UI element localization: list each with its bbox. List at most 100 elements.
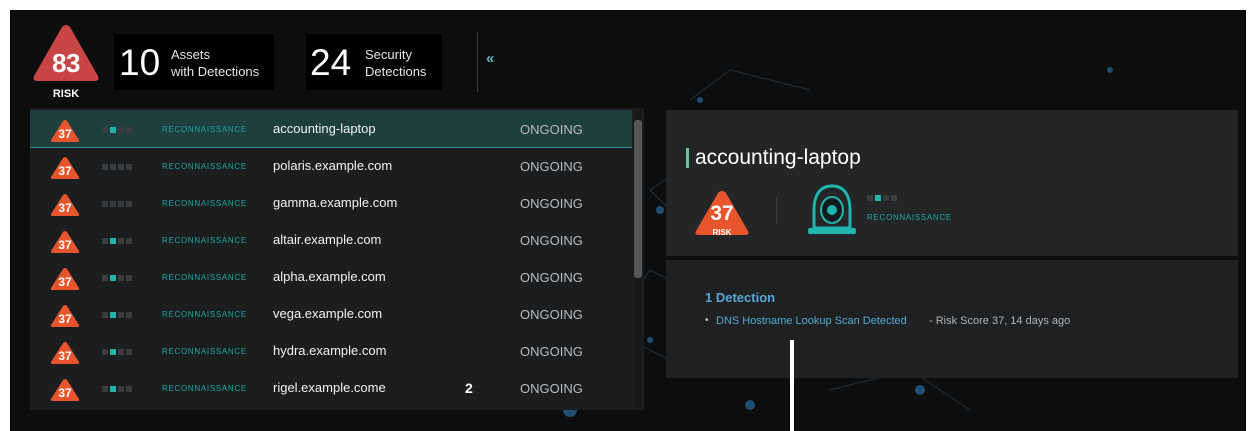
phase-indicator-pip xyxy=(102,164,108,170)
phase-indicator-pip xyxy=(118,164,124,170)
phase-indicator-pip xyxy=(110,386,116,392)
phase-indicator-pip xyxy=(875,195,881,201)
phase-indicator-pip xyxy=(110,164,116,170)
annotation-pointer-line xyxy=(790,340,794,431)
assets-label-line2: with Detections xyxy=(171,64,260,79)
phase-indicator-pip xyxy=(110,349,116,355)
phase-indicator-pip xyxy=(118,201,124,207)
phase-indicator-pip xyxy=(102,238,108,244)
phase-indicator-pip xyxy=(110,127,116,133)
overall-risk-score: 83 xyxy=(52,48,80,78)
phase-indicator-pip xyxy=(126,127,132,133)
detections-count-label: 1 Detection xyxy=(705,290,776,305)
assets-label-line1: Assets xyxy=(171,47,211,62)
phase-indicator-pip xyxy=(126,164,132,170)
phase-indicator-pip xyxy=(126,201,132,207)
phase-indicator-pip xyxy=(118,386,124,392)
host-risk-score: 37 xyxy=(58,386,72,400)
phase-indicator-pip xyxy=(110,238,116,244)
header-divider xyxy=(477,32,478,92)
host-risk-score: 37 xyxy=(710,202,734,225)
phase-indicator-pip xyxy=(126,386,132,392)
host-risk-score: 37 xyxy=(58,164,72,178)
host-detail-header: accounting-laptop 37 RISK RECONNAISSANCE xyxy=(666,110,1238,256)
host-name[interactable]: polaris.example.com xyxy=(273,158,392,173)
host-list: 37 RECONNAISSANCE accounting-laptop ONGOING… xyxy=(30,108,644,410)
phase-indicator-pip xyxy=(867,195,873,201)
host-phase-label: RECONNAISSANCE xyxy=(162,310,247,319)
phase-indicator-pip xyxy=(102,127,108,133)
host-row[interactable]: 37 RECONNAISSANCE polaris.example.com ONGOI… xyxy=(30,147,632,184)
detection-link[interactable]: DNS Hostname Lookup Scan Detected xyxy=(716,315,907,327)
hacker-icon xyxy=(808,184,856,234)
phase-indicator-pip xyxy=(102,275,108,281)
phase-indicator-pip xyxy=(110,275,116,281)
phase-indicator-pip xyxy=(118,127,124,133)
host-phase-label: RECONNAISSANCE xyxy=(162,236,247,245)
detections-section: 1 Detection • DNS Hostname Lookup Scan D… xyxy=(666,260,1238,378)
phase-indicator-pip xyxy=(883,195,889,201)
assets-count: 10 xyxy=(119,42,161,83)
host-name[interactable]: alpha.example.com xyxy=(273,269,386,284)
host-name[interactable]: hydra.example.com xyxy=(273,343,386,358)
host-phase-label: RECONNAISSANCE xyxy=(162,199,247,208)
phase-indicator-pip xyxy=(118,312,124,318)
host-row[interactable]: 37 RECONNAISSANCE accounting-laptop ONGOING xyxy=(30,110,632,148)
detection-meta: - Risk Score 37, 14 days ago xyxy=(929,315,1071,327)
scrollbar-thumb[interactable] xyxy=(634,120,642,278)
host-status: ONGOING xyxy=(520,307,583,322)
annotation-marker: 2 xyxy=(465,380,473,396)
phase-indicator-pip xyxy=(126,238,132,244)
phase-indicator-pip xyxy=(102,201,108,207)
phase-indicator-pip xyxy=(126,349,132,355)
phase-indicator-pip xyxy=(102,386,108,392)
phase-indicator-pip xyxy=(126,312,132,318)
phase-indicator-pip xyxy=(126,275,132,281)
host-risk-score: 37 xyxy=(58,275,72,289)
detail-phase-label: RECONNAISSANCE xyxy=(867,213,952,222)
phase-indicator-pip xyxy=(118,275,124,281)
host-row[interactable]: 37 RECONNAISSANCE altair.example.com ONGOIN… xyxy=(30,221,632,258)
host-status: ONGOING xyxy=(520,344,583,359)
detail-divider xyxy=(776,198,777,224)
overall-risk-label: RISK xyxy=(52,88,80,100)
host-row[interactable]: 37 RECONNAISSANCE alpha.example.com ONGOING xyxy=(30,258,632,295)
phase-indicator-pip xyxy=(110,312,116,318)
host-risk-label: RISK xyxy=(712,228,732,237)
host-phase-label: RECONNAISSANCE xyxy=(162,384,247,393)
host-phase-label: RECONNAISSANCE xyxy=(162,125,247,134)
host-name[interactable]: altair.example.com xyxy=(273,232,381,247)
host-name[interactable]: accounting-laptop xyxy=(273,121,376,136)
host-row[interactable]: 37 RECONNAISSANCE gamma.example.com ONGOING xyxy=(30,184,632,221)
host-status: ONGOING xyxy=(520,122,583,137)
detections-count: 24 xyxy=(310,42,352,83)
host-risk-score: 37 xyxy=(58,349,72,363)
host-row[interactable]: 37 RECONNAISSANCE vega.example.com ONGOING xyxy=(30,295,632,332)
host-name[interactable]: rigel.example.come xyxy=(273,380,386,395)
phase-indicator-pip xyxy=(110,201,116,207)
host-status: ONGOING xyxy=(520,196,583,211)
list-scrollbar[interactable] xyxy=(634,108,642,410)
host-risk-score: 37 xyxy=(58,201,72,215)
phase-indicator-pip xyxy=(118,238,124,244)
collapse-chevron-icon[interactable]: « xyxy=(486,50,494,67)
phase-indicator-pip xyxy=(118,349,124,355)
host-name[interactable]: vega.example.com xyxy=(273,306,382,321)
host-risk-score: 37 xyxy=(58,127,72,141)
title-accent-bar xyxy=(686,148,689,168)
host-status: ONGOING xyxy=(520,270,583,285)
host-detail-title: accounting-laptop xyxy=(695,146,861,169)
host-status: ONGOING xyxy=(520,159,583,174)
host-phase-label: RECONNAISSANCE xyxy=(162,162,247,171)
host-row[interactable]: 37 RECONNAISSANCE rigel.example.come 2 ONGOI… xyxy=(30,369,632,406)
dashboard-screen: 83 RISK 10 Assets with Detections 24 Sec… xyxy=(10,10,1246,431)
host-phase-label: RECONNAISSANCE xyxy=(162,273,247,282)
phase-indicator-pip xyxy=(102,312,108,318)
phase-indicator-pip xyxy=(891,195,897,201)
host-status: ONGOING xyxy=(520,381,583,396)
host-status: ONGOING xyxy=(520,233,583,248)
detections-label-line1: Security xyxy=(365,47,412,62)
host-name[interactable]: gamma.example.com xyxy=(273,195,397,210)
host-row[interactable]: 37 RECONNAISSANCE hydra.example.com ONGOING xyxy=(30,332,632,369)
bullet-icon: • xyxy=(705,315,709,326)
